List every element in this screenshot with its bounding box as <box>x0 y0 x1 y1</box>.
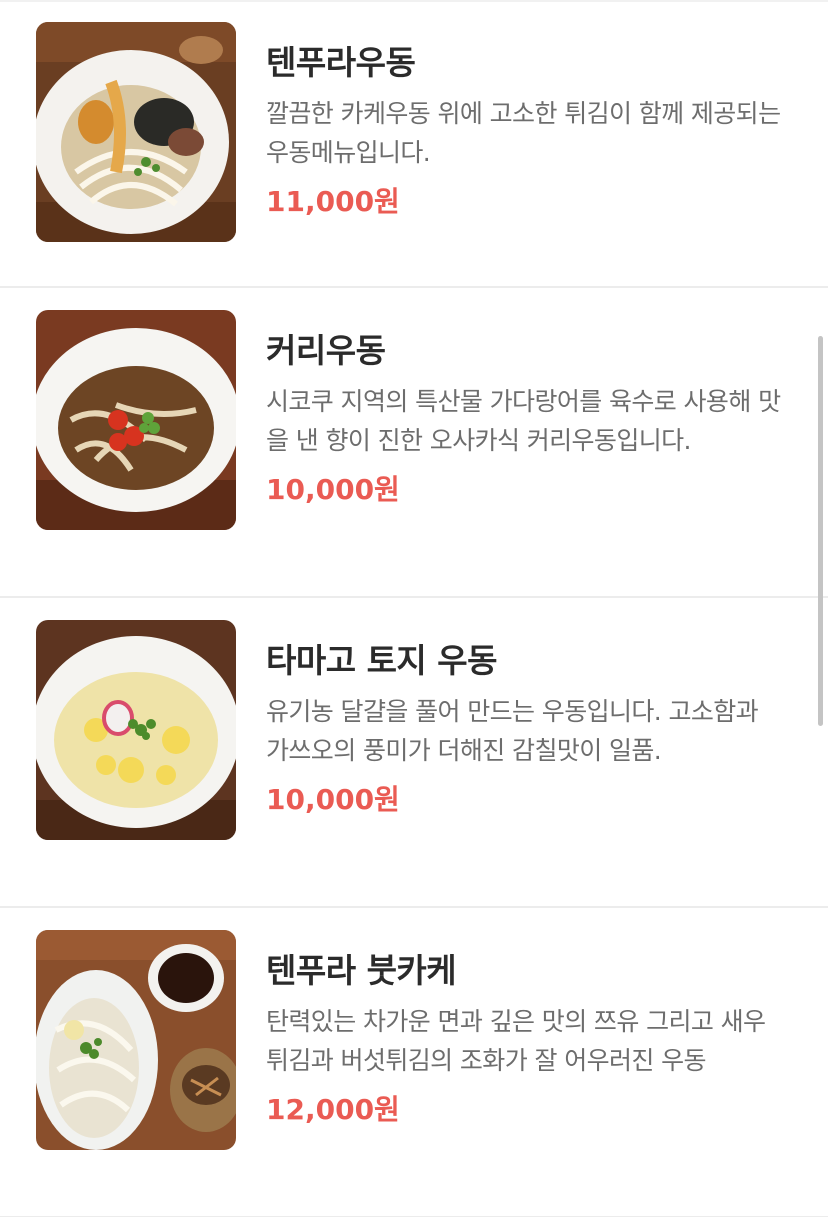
menu-item-description: 탄력있는 차가운 면과 깊은 맛의 쯔유 그리고 새우튀김과 버섯튀김의 조화가… <box>266 1007 766 1075</box>
curry-udon-image <box>36 310 236 530</box>
menu-item-name: 텐푸라우동 <box>266 43 416 82</box>
menu-item-price: 11,000원 <box>266 185 400 218</box>
menu-item-name: 커리우동 <box>266 331 386 370</box>
menu-screen: 텐푸라우동 깔끔한 카케우동 위에 고소한 튀김이 함께 제공되는 우동메뉴입니… <box>0 0 828 1217</box>
tempura-udon-image <box>36 22 236 242</box>
menu-list: 텐푸라우동 깔끔한 카케우동 위에 고소한 튀김이 함께 제공되는 우동메뉴입니… <box>0 0 828 1217</box>
scrollbar[interactable] <box>818 336 823 726</box>
menu-item-curry-udon[interactable]: 커리우동 시코쿠 지역의 특산물 가다랑어를 육수로 사용해 맛을 낸 향이 진… <box>0 288 828 598</box>
menu-item-tempura-bukkake[interactable]: 텐푸라 붓카케 탄력있는 차가운 면과 깊은 맛의 쯔유 그리고 새우튀김과 버… <box>0 908 828 1217</box>
menu-item-info: 텐푸라 붓카케 탄력있는 차가운 면과 깊은 맛의 쯔유 그리고 새우튀김과 버… <box>266 948 788 1130</box>
menu-item-tempura-udon[interactable]: 텐푸라우동 깔끔한 카케우동 위에 고소한 튀김이 함께 제공되는 우동메뉴입니… <box>0 0 828 288</box>
menu-item-description: 유기농 달걀을 풀어 만드는 우동입니다. 고소함과 가쓰오의 풍미가 더해진 … <box>266 697 759 765</box>
menu-item-tamago-toji-udon[interactable]: 타마고 토지 우동 유기농 달걀을 풀어 만드는 우동입니다. 고소함과 가쓰오… <box>0 598 828 908</box>
menu-item-name: 타마고 토지 우동 <box>266 641 498 680</box>
menu-item-price: 10,000원 <box>266 473 400 506</box>
menu-item-description: 시코쿠 지역의 특산물 가다랑어를 육수로 사용해 맛을 낸 향이 진한 오사카… <box>266 387 781 455</box>
menu-item-info: 텐푸라우동 깔끔한 카케우동 위에 고소한 튀김이 함께 제공되는 우동메뉴입니… <box>266 40 788 222</box>
menu-item-price: 10,000원 <box>266 783 400 816</box>
menu-item-info: 커리우동 시코쿠 지역의 특산물 가다랑어를 육수로 사용해 맛을 낸 향이 진… <box>266 328 788 510</box>
menu-item-name: 텐푸라 붓카케 <box>266 951 457 990</box>
tempura-bukkake-image <box>36 930 236 1150</box>
menu-item-info: 타마고 토지 우동 유기농 달걀을 풀어 만드는 우동입니다. 고소함과 가쓰오… <box>266 638 788 820</box>
tamago-toji-udon-image <box>36 620 236 840</box>
menu-item-description: 깔끔한 카케우동 위에 고소한 튀김이 함께 제공되는 우동메뉴입니다. <box>266 99 781 167</box>
menu-item-price: 12,000원 <box>266 1093 400 1126</box>
